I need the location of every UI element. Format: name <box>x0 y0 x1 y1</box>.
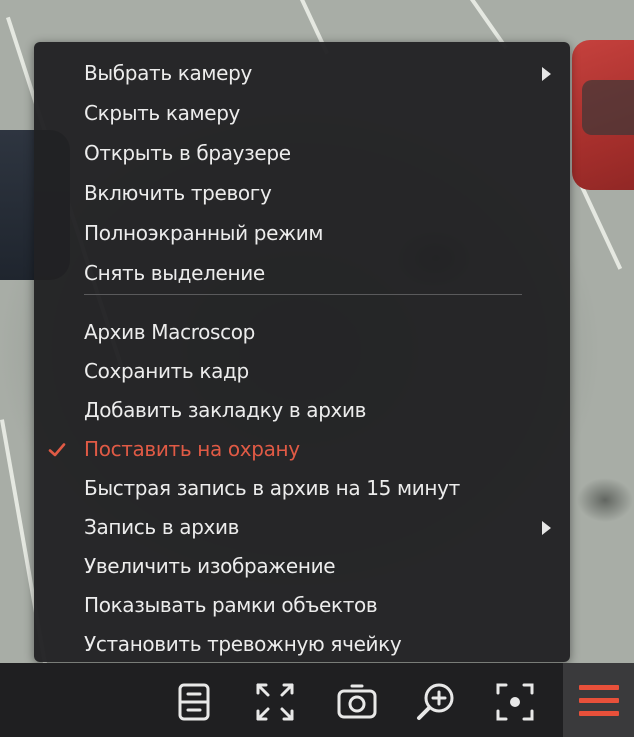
menu-divider <box>84 294 522 295</box>
context-menu: Выбрать камеру Скрыть камеру Открыть в б… <box>34 42 570 662</box>
menu-item-record-archive[interactable]: Запись в архив <box>34 509 570 545</box>
hamburger-menu-icon <box>579 685 619 716</box>
snapshot-button[interactable] <box>334 679 380 725</box>
camera-toolbar <box>0 663 634 737</box>
parked-car-red-window <box>582 80 634 135</box>
focus-button[interactable] <box>492 679 538 725</box>
menu-item-quick-record[interactable]: Быстрая запись в архив на 15 минут <box>34 470 570 506</box>
zoom-in-icon <box>417 683 454 720</box>
menu-button[interactable] <box>563 663 634 737</box>
menu-item-label: Полноэкранный режим <box>84 221 324 245</box>
menu-item-label: Поставить на охрану <box>84 437 300 461</box>
archive-button[interactable] <box>172 679 218 725</box>
menu-item-label: Скрыть камеру <box>84 101 241 125</box>
menu-item-zoom-image[interactable]: Увеличить изображение <box>34 548 570 584</box>
menu-item-show-object-frames[interactable]: Показывать рамки объектов <box>34 587 570 623</box>
menu-item-label: Снять выделение <box>84 261 265 285</box>
menu-item-open-in-browser[interactable]: Открыть в браузере <box>34 135 570 171</box>
menu-item-arm-security[interactable]: Поставить на охрану <box>34 431 570 467</box>
menu-item-label: Запись в архив <box>84 515 240 539</box>
menu-item-label: Добавить закладку в архив <box>84 398 367 422</box>
menu-item-label: Быстрая запись в архив на 15 минут <box>84 476 460 500</box>
menu-item-label: Сохранить кадр <box>84 359 249 383</box>
menu-item-hide-camera[interactable]: Скрыть камеру <box>34 95 570 131</box>
menu-item-enable-alarm[interactable]: Включить тревогу <box>34 175 570 211</box>
menu-item-fullscreen[interactable]: Полноэкранный режим <box>34 215 570 251</box>
menu-item-label: Открыть в браузере <box>84 141 291 165</box>
fullscreen-button[interactable] <box>252 679 298 725</box>
menu-item-select-camera[interactable]: Выбрать камеру <box>34 55 570 91</box>
menu-item-add-bookmark[interactable]: Добавить закладку в архив <box>34 392 570 428</box>
chevron-right-icon <box>542 521 551 535</box>
chevron-right-icon <box>542 67 551 81</box>
menu-item-label: Увеличить изображение <box>84 554 336 578</box>
menu-item-save-frame[interactable]: Сохранить кадр <box>34 353 570 389</box>
menu-item-set-alarm-cell[interactable]: Установить тревожную ячейку <box>34 626 570 662</box>
focus-frame-icon <box>496 683 534 721</box>
menu-item-deselect[interactable]: Снять выделение <box>34 255 570 291</box>
camera-icon <box>337 684 377 719</box>
menu-item-label: Выбрать камеру <box>84 61 252 85</box>
checkmark-icon <box>48 443 66 457</box>
menu-item-macroscop-archive[interactable]: Архив Macroscop <box>34 314 570 350</box>
zoom-in-button[interactable] <box>413 679 459 725</box>
fullscreen-arrows-icon <box>256 683 294 721</box>
archive-panel-icon <box>178 683 210 721</box>
menu-item-label: Архив Macroscop <box>84 320 255 344</box>
menu-item-label: Показывать рамки объектов <box>84 593 378 617</box>
menu-item-label: Включить тревогу <box>84 181 272 205</box>
menu-item-label: Установить тревожную ячейку <box>84 632 402 656</box>
